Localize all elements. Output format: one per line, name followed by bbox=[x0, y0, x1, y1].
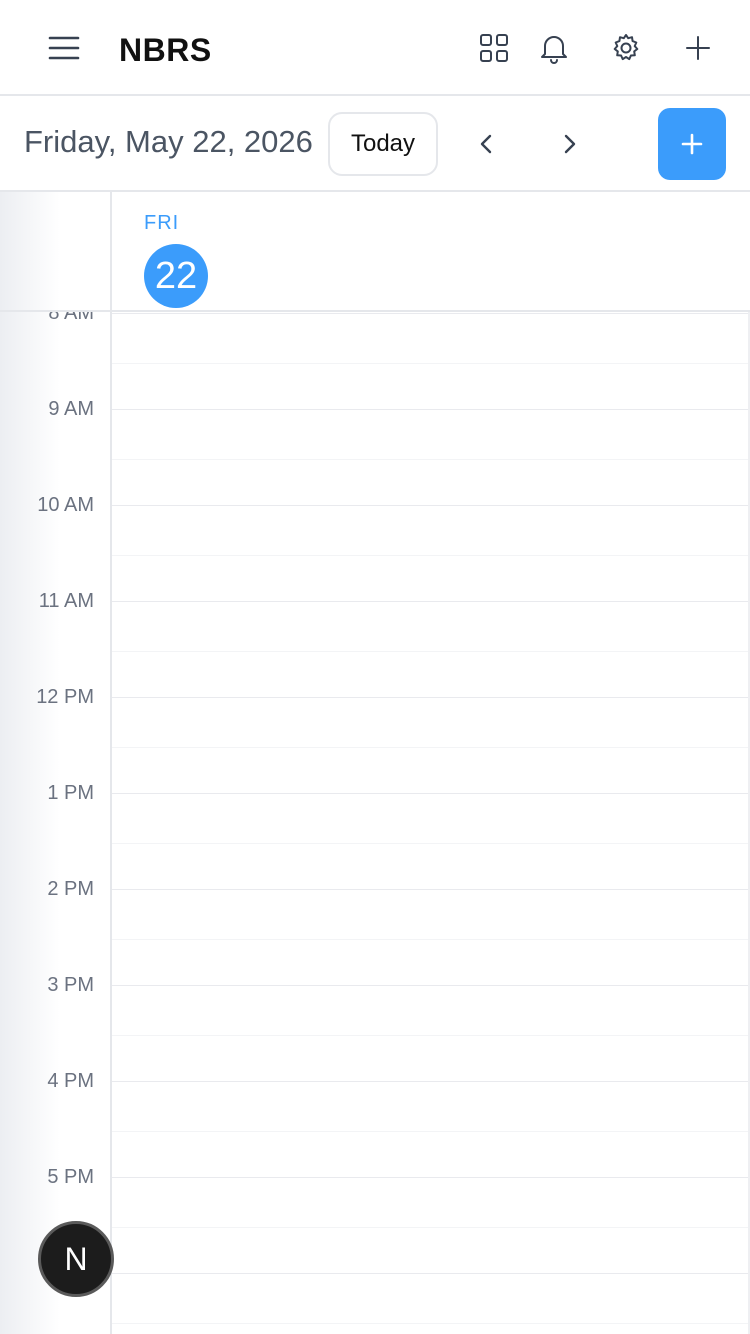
grid-icon bbox=[480, 34, 508, 62]
hour-label: 11 AM bbox=[38, 590, 94, 612]
hour-label: 3 PM bbox=[47, 974, 94, 996]
previous-day-button[interactable] bbox=[462, 120, 510, 168]
bell-icon bbox=[541, 36, 567, 64]
today-button[interactable]: Today bbox=[328, 112, 438, 176]
day-number-badge[interactable]: 22 bbox=[144, 244, 208, 308]
brand-title: NBRS bbox=[119, 32, 212, 68]
hour-gridline bbox=[112, 1177, 748, 1178]
half-hour-gridline bbox=[112, 843, 748, 844]
apps-button[interactable] bbox=[470, 24, 518, 72]
gear-icon bbox=[613, 34, 639, 61]
add-event-button[interactable] bbox=[658, 108, 726, 180]
half-hour-gridline bbox=[112, 1035, 748, 1036]
half-hour-gridline bbox=[112, 1323, 748, 1324]
hour-label: 9 AM bbox=[48, 398, 94, 420]
hour-label: 2 PM bbox=[47, 878, 94, 900]
chevron-left-icon bbox=[480, 134, 492, 154]
hour-label: 10 AM bbox=[37, 494, 94, 516]
day-column-header: FRI 22 bbox=[0, 192, 750, 312]
half-hour-gridline bbox=[112, 747, 748, 748]
current-date-title: Friday, May 22, 2026 bbox=[24, 124, 313, 159]
hour-gridline bbox=[112, 793, 748, 794]
menu-icon bbox=[48, 36, 80, 60]
hour-label: 12 PM bbox=[36, 686, 94, 708]
hour-gridline bbox=[112, 505, 748, 506]
menu-button[interactable] bbox=[40, 24, 88, 72]
hour-label: 5 PM bbox=[47, 1166, 94, 1188]
add-top-button[interactable] bbox=[674, 24, 722, 72]
plus-icon bbox=[681, 133, 703, 155]
hour-label: 4 PM bbox=[47, 1070, 94, 1092]
half-hour-gridline bbox=[112, 651, 748, 652]
hour-label: 8 AM bbox=[48, 312, 94, 324]
time-grid[interactable]: 8 AM 9 AM 10 AM 11 AM 12 PM 1 PM 2 PM 3 PM 4 PM 5… bbox=[0, 312, 750, 1334]
date-navigation-bar: Friday, May 22, 2026 Today bbox=[0, 96, 750, 192]
hour-gridline bbox=[112, 1273, 748, 1274]
hour-gridline bbox=[112, 889, 748, 890]
hour-gridline bbox=[112, 697, 748, 698]
hour-gridline bbox=[112, 1081, 748, 1082]
settings-button[interactable] bbox=[602, 24, 650, 72]
half-hour-gridline bbox=[112, 1227, 748, 1228]
top-app-bar: NBRS bbox=[0, 0, 750, 96]
half-hour-gridline bbox=[112, 363, 748, 364]
half-hour-gridline bbox=[112, 1131, 748, 1132]
app-avatar-badge[interactable]: N bbox=[38, 1221, 114, 1297]
gutter-divider bbox=[110, 312, 112, 1334]
hour-gridline bbox=[112, 313, 748, 314]
hour-gridline bbox=[112, 601, 748, 602]
day-name-label: FRI bbox=[144, 212, 180, 234]
plus-icon bbox=[686, 36, 710, 60]
gutter-divider bbox=[110, 192, 112, 312]
hour-label: 1 PM bbox=[47, 782, 94, 804]
half-hour-gridline bbox=[112, 459, 748, 460]
hour-gridline bbox=[112, 409, 748, 410]
half-hour-gridline bbox=[112, 939, 748, 940]
hour-gridline bbox=[112, 985, 748, 986]
half-hour-gridline bbox=[112, 555, 748, 556]
notifications-button[interactable] bbox=[530, 24, 578, 72]
chevron-right-icon bbox=[564, 134, 576, 154]
next-day-button[interactable] bbox=[546, 120, 594, 168]
